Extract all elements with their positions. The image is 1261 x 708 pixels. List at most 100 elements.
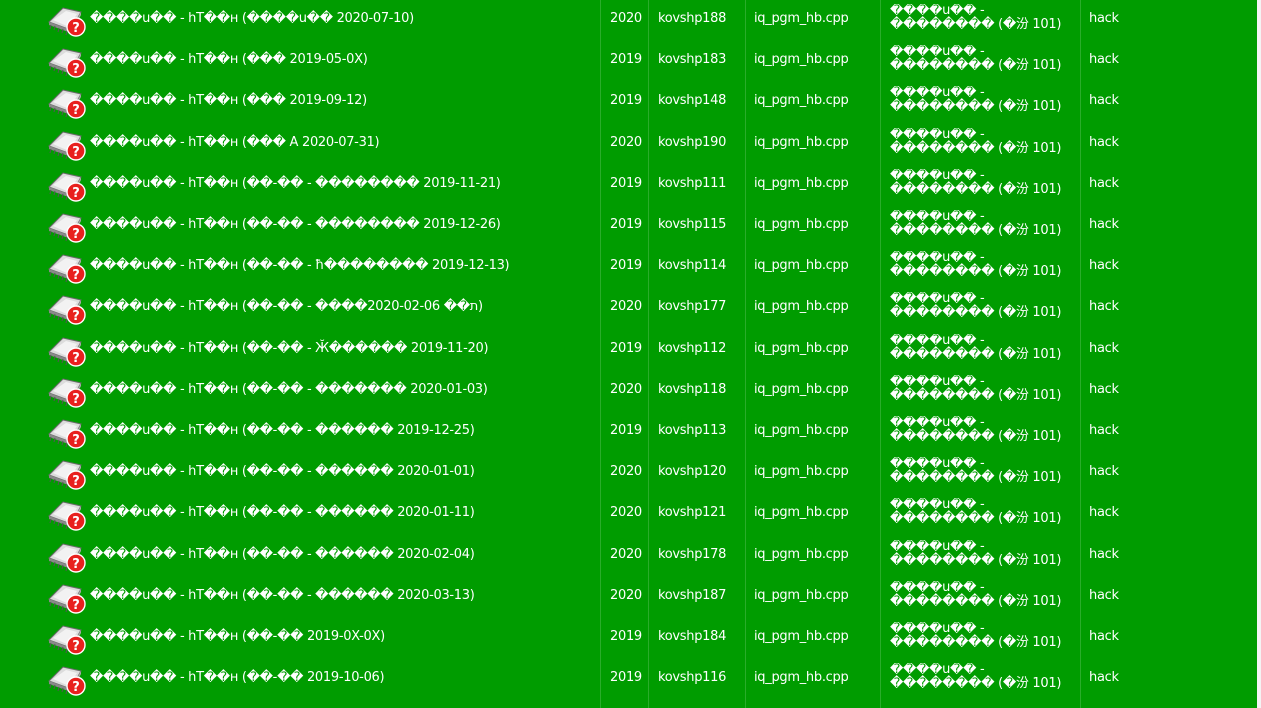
game-year: 2019 bbox=[610, 258, 642, 274]
game-row[interactable]: ? ����u�� - hT��н (��-�� - Ӂ������ 2019-… bbox=[0, 329, 1257, 370]
svg-text:?: ? bbox=[72, 351, 80, 366]
game-rom-name: kovshp118 bbox=[658, 381, 727, 397]
game-title: ����u�� - hT��н (��-�� - ������ 2020-02-… bbox=[90, 546, 475, 562]
game-rom-name: kovshp121 bbox=[658, 505, 727, 521]
game-row[interactable]: ? ����u�� - hT��н (��-�� - �������� 2019… bbox=[0, 205, 1257, 246]
game-year: 2019 bbox=[610, 670, 642, 686]
game-category: hack bbox=[1089, 587, 1119, 603]
game-source-file: iq_pgm_hb.cpp bbox=[754, 52, 849, 68]
game-title: ����u�� - hT��н (��-�� - Ӂ������ 2019-11… bbox=[90, 340, 489, 356]
missing-rom-chip-icon: ? bbox=[47, 577, 89, 615]
game-status: ����u�� - �������� (�汾 101) bbox=[890, 498, 1076, 532]
game-source-file: iq_pgm_hb.cpp bbox=[754, 546, 849, 562]
game-title: ����u�� - hT��н (��-�� 2019-10-06) bbox=[90, 670, 385, 686]
game-status-line1: ����u�� - bbox=[890, 416, 985, 430]
missing-rom-chip-icon: ? bbox=[47, 206, 89, 244]
svg-text:?: ? bbox=[72, 680, 80, 695]
game-year: 2020 bbox=[610, 11, 642, 26]
game-status-line2: �������� (�汾 101) bbox=[890, 429, 1062, 444]
game-row[interactable]: ? ����u�� - hT��н (��-�� - ����2020-02-0… bbox=[0, 287, 1257, 328]
missing-rom-chip-icon: ? bbox=[47, 124, 89, 162]
game-status-line1: ����u�� - bbox=[890, 127, 985, 142]
game-row[interactable]: ? ����u�� - hT��н (��-�� - ������ 2020-0… bbox=[0, 576, 1257, 617]
game-year: 2020 bbox=[610, 587, 642, 603]
svg-text:?: ? bbox=[72, 557, 80, 572]
game-row[interactable]: ? ����u�� - hT��н (��-�� - �������� 2019… bbox=[0, 164, 1257, 205]
svg-text:?: ? bbox=[72, 433, 80, 448]
game-status: ����u�� - �������� (�汾 101) bbox=[890, 292, 1076, 326]
game-rom-name: kovshp187 bbox=[658, 587, 727, 603]
game-source-file: iq_pgm_hb.cpp bbox=[754, 464, 849, 480]
game-category: hack bbox=[1089, 11, 1119, 26]
missing-rom-chip-icon: ? bbox=[47, 412, 89, 450]
game-category: hack bbox=[1089, 546, 1119, 562]
missing-rom-chip-icon: ? bbox=[47, 330, 89, 368]
game-year: 2020 bbox=[610, 299, 642, 315]
game-title: ����u�� - hT��н (��-�� - ������ 2020-03-… bbox=[90, 587, 475, 603]
game-year: 2019 bbox=[610, 423, 642, 438]
game-year: 2019 bbox=[610, 52, 642, 68]
game-category: hack bbox=[1089, 134, 1119, 150]
game-row[interactable]: ? ����u�� - hT��н (��-�� 2019-0X-0X) 201… bbox=[0, 617, 1257, 658]
game-rom-name: kovshp120 bbox=[658, 464, 727, 480]
game-rom-name: kovshp178 bbox=[658, 546, 727, 562]
game-status-line2: �������� (�汾 101) bbox=[890, 305, 1062, 321]
game-row[interactable]: ? ����u�� - hT��н (��-�� - ������ 2020-0… bbox=[0, 493, 1257, 534]
missing-rom-chip-icon: ? bbox=[47, 536, 89, 574]
game-status-line2: �������� (�汾 101) bbox=[890, 635, 1062, 650]
missing-rom-chip-icon: ? bbox=[47, 453, 89, 491]
game-title: ����u�� - hT��н (��-�� - ������ 2020-01-… bbox=[90, 464, 475, 480]
game-category: hack bbox=[1089, 423, 1119, 438]
missing-rom-chip-icon: ? bbox=[47, 618, 89, 656]
game-row[interactable]: ? ����u�� - hT��н (��-�� - ������� 2020-… bbox=[0, 370, 1257, 411]
game-row[interactable]: ? ����u�� - hT��н (��-�� - ������ 2020-0… bbox=[0, 452, 1257, 493]
game-row[interactable]: ? ����u�� - hT��н (��� 2019-09-12) 2019 … bbox=[0, 81, 1257, 122]
missing-rom-chip-icon: ? bbox=[47, 41, 89, 79]
game-row[interactable]: ? ����u�� - hT��н (��-�� 2019-10-06) 201… bbox=[0, 658, 1257, 699]
game-title: ����u�� - hT��н (��� 2019-05-0X) bbox=[90, 52, 368, 68]
game-status-line1: ����u�� - bbox=[890, 168, 985, 183]
game-status: ����u�� - �������� (�汾 101) bbox=[890, 581, 1076, 615]
game-row[interactable]: ? ����u�� - hT��н (��-�� - ������ 2019-1… bbox=[0, 411, 1257, 452]
game-row[interactable]: ? ����u�� - hT��н (��� 2019-05-0X) 2019 … bbox=[0, 40, 1257, 81]
game-status-line2: �������� (�汾 101) bbox=[890, 140, 1062, 156]
game-status-line2: �������� (�汾 101) bbox=[890, 552, 1062, 568]
game-status-line1: ����u�� - bbox=[890, 539, 985, 554]
game-status-line2: �������� (�汾 101) bbox=[890, 470, 1062, 486]
game-status-line2: �������� (�汾 101) bbox=[890, 223, 1062, 238]
game-source-file: iq_pgm_hb.cpp bbox=[754, 93, 849, 109]
game-status: ����u�� - �������� (�汾 101) bbox=[890, 540, 1076, 574]
game-source-file: iq_pgm_hb.cpp bbox=[754, 381, 849, 397]
game-year: 2019 bbox=[610, 629, 642, 644]
svg-text:?: ? bbox=[72, 392, 80, 407]
game-source-file: iq_pgm_hb.cpp bbox=[754, 629, 849, 644]
game-list[interactable]: ? ����u�� - hT��н (����u�� 2020-07-10) 2… bbox=[0, 0, 1257, 708]
svg-text:?: ? bbox=[72, 103, 80, 118]
game-rom-name: kovshp114 bbox=[658, 258, 727, 274]
svg-text:?: ? bbox=[72, 268, 80, 283]
game-row[interactable]: ? ����u�� - hT��н (��-�� - ������ 2020-0… bbox=[0, 535, 1257, 576]
game-source-file: iq_pgm_hb.cpp bbox=[754, 670, 849, 686]
svg-text:?: ? bbox=[72, 145, 80, 160]
game-title: ����u�� - hT��н (��-�� 2019-0X-0X) bbox=[90, 629, 385, 644]
game-year: 2019 bbox=[610, 93, 642, 109]
game-row[interactable]: ? ����u�� - hT��н (��-�� - ħ�������� 201… bbox=[0, 246, 1257, 287]
game-status: ����u�� - �������� (�汾 101) bbox=[890, 663, 1076, 697]
game-source-file: iq_pgm_hb.cpp bbox=[754, 175, 849, 191]
game-status: ����u�� - �������� (�汾 101) bbox=[890, 169, 1076, 203]
game-source-file: iq_pgm_hb.cpp bbox=[754, 423, 849, 438]
game-row[interactable]: ? ����u�� - hT��н (��� A 2020-07-31) 202… bbox=[0, 123, 1257, 164]
game-rom-name: kovshp184 bbox=[658, 629, 727, 644]
game-status-line2: �������� (�汾 101) bbox=[890, 346, 1062, 362]
game-row[interactable]: ? ����u�� - hT��н (����u�� 2020-07-10) 2… bbox=[0, 0, 1257, 40]
game-source-file: iq_pgm_hb.cpp bbox=[754, 340, 849, 356]
game-year: 2019 bbox=[610, 217, 642, 232]
missing-rom-chip-icon: ? bbox=[47, 371, 89, 409]
game-rom-name: kovshp113 bbox=[658, 423, 727, 438]
game-status: ����u�� - �������� (�汾 101) bbox=[890, 622, 1076, 656]
game-title: ����u�� - hT��н (��-�� - ħ�������� 2019-… bbox=[90, 258, 510, 274]
game-status-line2: �������� (�汾 101) bbox=[890, 264, 1062, 280]
game-title: ����u�� - hT��н (����u�� 2020-07-10) bbox=[90, 11, 414, 26]
game-source-file: iq_pgm_hb.cpp bbox=[754, 11, 849, 26]
svg-text:?: ? bbox=[72, 227, 80, 242]
